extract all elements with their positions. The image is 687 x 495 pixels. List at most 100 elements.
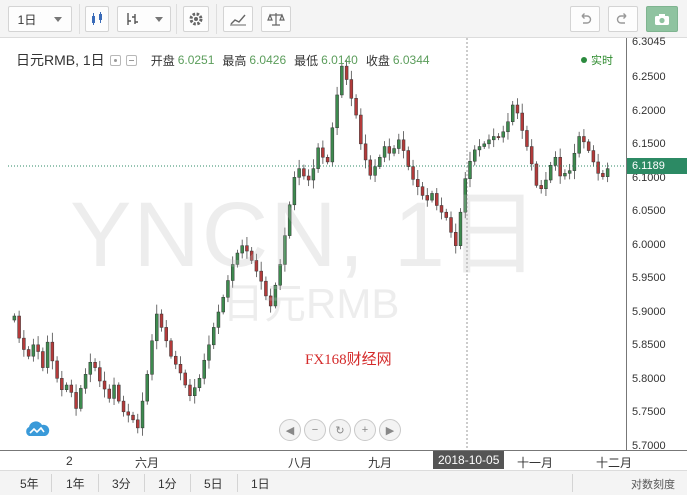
- price-label: 6.2000: [632, 104, 666, 117]
- candle-body: [335, 94, 339, 129]
- candle-body: [126, 411, 130, 416]
- candle-style-button[interactable]: [85, 6, 109, 32]
- candle-body: [26, 349, 31, 357]
- toolbar-divider: [176, 4, 177, 34]
- candle-body: [131, 414, 135, 421]
- scale-button[interactable]: [261, 6, 291, 32]
- candle: [159, 309, 164, 332]
- camera-icon: [655, 13, 669, 25]
- candle-body: [188, 384, 192, 396]
- candle-body: [98, 367, 102, 382]
- time-label: 六月: [135, 456, 160, 470]
- plus-icon: +: [361, 424, 369, 436]
- candle-body: [401, 139, 406, 151]
- price-label: 6.1500: [632, 138, 666, 151]
- range-5y[interactable]: 5年: [20, 475, 39, 492]
- candle: [55, 356, 59, 383]
- candle-body: [340, 65, 344, 96]
- candle-body: [121, 400, 126, 413]
- candle: [31, 338, 36, 362]
- candle: [45, 335, 50, 374]
- eye-icon[interactable]: [109, 54, 121, 66]
- candle-body: [207, 344, 211, 361]
- range-1y[interactable]: 1年: [66, 475, 85, 492]
- candle: [477, 139, 482, 157]
- live-label: 实时: [591, 55, 613, 67]
- candle-body: [506, 121, 510, 133]
- candle-body: [74, 392, 78, 409]
- legend-symbol: 日元RMB, 1日: [16, 52, 105, 68]
- candle-body: [83, 374, 88, 389]
- candle-body: [41, 351, 45, 368]
- candle: [520, 103, 524, 139]
- time-label: 八月: [288, 456, 313, 470]
- range-1m[interactable]: 1分: [158, 475, 177, 492]
- candle: [178, 356, 183, 381]
- candle-body: [159, 313, 164, 328]
- candle-body: [107, 388, 112, 399]
- chart-navigation: ◀ − ↻ + ▶: [279, 419, 401, 441]
- compare-button[interactable]: [223, 6, 253, 32]
- source-label: FX168财经网: [305, 352, 392, 368]
- candle-body: [202, 359, 206, 379]
- range-1d[interactable]: 1日: [251, 475, 270, 492]
- time-label: 2: [66, 454, 73, 468]
- price-label: 6.2500: [632, 71, 666, 84]
- candle: [22, 330, 26, 357]
- candle: [359, 108, 363, 150]
- candle: [188, 378, 192, 402]
- time-axis[interactable]: 2 六月 八月 九月 十一月 十二月: [0, 450, 687, 470]
- zoom-out-button[interactable]: −: [304, 419, 326, 441]
- candle: [131, 411, 135, 423]
- price-label: 5.8000: [632, 372, 666, 385]
- current-price-tag: 6.1189: [627, 158, 687, 175]
- snapshot-button[interactable]: [646, 6, 678, 32]
- price-label: 5.9000: [632, 305, 666, 318]
- range-3m[interactable]: 3分: [112, 475, 131, 492]
- undo-icon: [581, 13, 592, 24]
- candle-body: [572, 152, 577, 171]
- candle-body: [79, 388, 83, 409]
- candle-body: [136, 419, 140, 429]
- candle-body: [582, 136, 586, 143]
- redo-icon: [616, 13, 627, 24]
- candle: [126, 403, 130, 423]
- candle-body: [321, 147, 325, 158]
- chevron-down-icon: [54, 16, 63, 22]
- log-scale-toggle[interactable]: 对数刻度: [631, 476, 675, 492]
- time-label: 九月: [368, 456, 393, 470]
- candle: [601, 169, 605, 180]
- candle: [88, 353, 93, 383]
- compare-icon: [230, 14, 246, 26]
- candle-body: [174, 355, 178, 365]
- settings-button[interactable]: [183, 6, 209, 32]
- indicator-button[interactable]: [117, 6, 171, 32]
- candle-body: [31, 344, 36, 357]
- scroll-right-button[interactable]: ▶: [379, 419, 401, 441]
- reset-button[interactable]: ↻: [329, 419, 351, 441]
- candle: [102, 371, 107, 398]
- zoom-in-button[interactable]: +: [354, 419, 376, 441]
- settings-mini-icon[interactable]: [125, 54, 137, 66]
- interval-select[interactable]: 1日: [8, 6, 72, 32]
- refresh-icon: ↻: [335, 424, 345, 437]
- legend-open-label: 开盘: [150, 53, 175, 68]
- candle: [211, 322, 216, 350]
- range-5d[interactable]: 5日: [204, 475, 223, 492]
- redo-button[interactable]: [608, 6, 638, 32]
- candle-body: [382, 146, 387, 158]
- candle-body: [150, 340, 154, 375]
- candle: [117, 382, 121, 404]
- legend-high-value: 6.0426: [249, 53, 287, 67]
- candle: [112, 377, 116, 406]
- undo-button[interactable]: [570, 6, 600, 32]
- candle: [544, 171, 548, 196]
- candle-body: [397, 139, 401, 149]
- candle-body: [515, 104, 520, 114]
- scroll-left-button[interactable]: ◀: [279, 419, 301, 441]
- candle: [193, 378, 197, 404]
- range-divider: [144, 474, 145, 492]
- candle-body: [525, 130, 529, 147]
- chevron-down-icon: [155, 16, 163, 22]
- candle: [155, 304, 159, 350]
